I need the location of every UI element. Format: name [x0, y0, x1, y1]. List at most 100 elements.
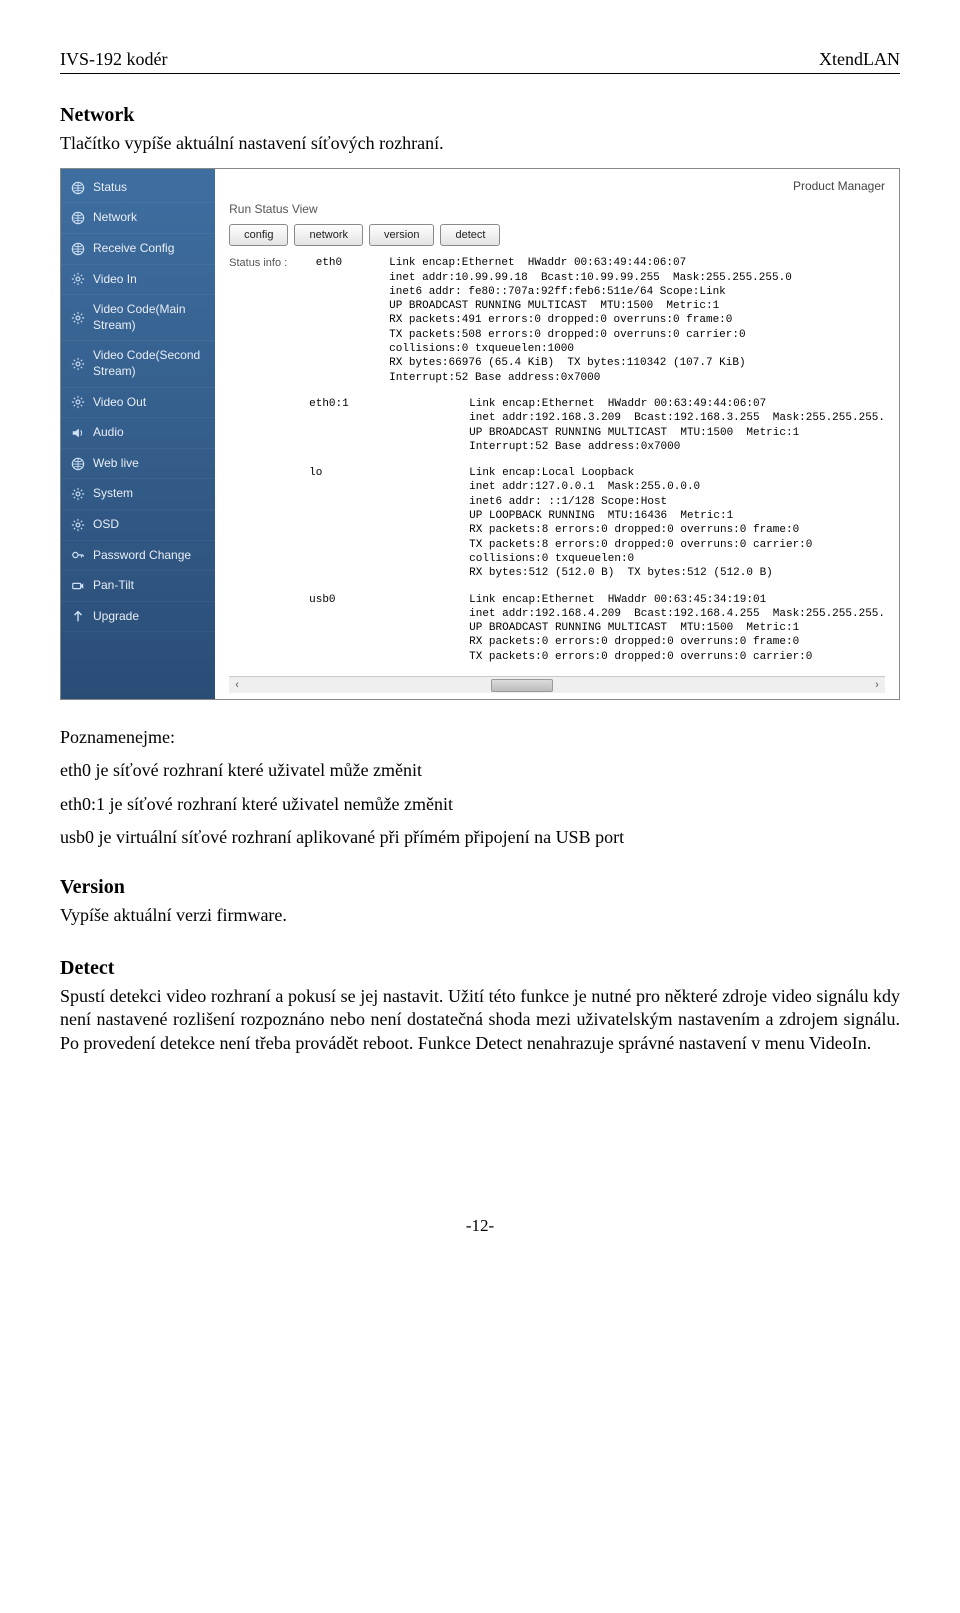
scroll-left-icon[interactable]: ‹: [229, 677, 245, 693]
globe-icon: [71, 211, 85, 225]
section-title-version: Version: [60, 874, 900, 900]
iface-line: Interrupt:52 Base address:0x7000: [389, 371, 885, 385]
sidebar-item-audio[interactable]: Audio: [61, 418, 215, 449]
iface-line: TX packets:8 errors:0 dropped:0 overruns…: [469, 538, 885, 552]
sidebar-item-label: Video Code(Second Stream): [93, 348, 205, 379]
iface-line: RX packets:0 errors:0 dropped:0 overruns…: [469, 635, 885, 649]
product-manager-link[interactable]: Product Manager: [793, 179, 885, 195]
sidebar-item-system[interactable]: System: [61, 479, 215, 510]
page-header: IVS-192 kodér XtendLAN: [60, 48, 900, 74]
main-panel: Product Manager Run Status View config n…: [215, 169, 899, 699]
iface-line: collisions:0 txqueuelen:0: [469, 552, 885, 566]
section-title-network: Network: [60, 102, 900, 128]
camera-icon: [71, 579, 85, 593]
iface-line: UP BROADCAST RUNNING MULTICAST MTU:1500 …: [469, 621, 885, 635]
iface-name: usb0: [229, 593, 469, 664]
sidebar-item-label: OSD: [93, 517, 119, 533]
sidebar-item-label: Pan-Tilt: [93, 578, 134, 594]
run-status-view-title: Run Status View: [229, 202, 885, 218]
sidebar-item-receive-config[interactable]: Receive Config: [61, 234, 215, 265]
sidebar-item-web-live[interactable]: Web live: [61, 449, 215, 480]
tab-detect[interactable]: detect: [440, 224, 500, 246]
scroll-thumb[interactable]: [491, 679, 553, 692]
sidebar-item-label: Video Out: [93, 395, 146, 411]
gear-icon: [71, 518, 85, 532]
sidebar-item-label: Status: [93, 180, 127, 196]
app-screenshot: StatusNetworkReceive ConfigVideo InVideo…: [60, 168, 900, 700]
gear-icon: [71, 395, 85, 409]
sidebar-item-label: Receive Config: [93, 241, 174, 257]
iface-name: eth0: [309, 256, 342, 385]
gear-icon: [71, 311, 85, 325]
tab-network[interactable]: network: [294, 224, 363, 246]
sidebar-item-password-change[interactable]: Password Change: [61, 541, 215, 572]
sidebar-item-status[interactable]: Status: [61, 173, 215, 204]
note-usb0: usb0 je virtuální síťové rozhraní apliko…: [60, 826, 900, 849]
sidebar-item-upgrade[interactable]: Upgrade: [61, 602, 215, 633]
horizontal-scrollbar[interactable]: ‹ ›: [229, 676, 885, 693]
iface-line: UP BROADCAST RUNNING MULTICAST MTU:1500 …: [469, 426, 885, 440]
gear-icon: [71, 357, 85, 371]
iface-line: inet6 addr: fe80::707a:92ff:feb6:511e/64…: [389, 285, 885, 299]
iface-line: RX packets:491 errors:0 dropped:0 overru…: [389, 313, 885, 327]
sidebar-item-video-code-second-stream-[interactable]: Video Code(Second Stream): [61, 341, 215, 387]
iface-line: UP LOOPBACK RUNNING MTU:16436 Metric:1: [469, 509, 885, 523]
globe-icon: [71, 457, 85, 471]
iface-line: TX packets:508 errors:0 dropped:0 overru…: [389, 328, 885, 342]
gear-icon: [71, 272, 85, 286]
page-number: -12-: [60, 1215, 900, 1237]
iface-line: Link encap:Local Loopback: [469, 466, 885, 480]
iface-body: Link encap:Ethernet HWaddr 00:63:49:44:0…: [389, 256, 885, 385]
iface-block-lo: loLink encap:Local Loopbackinet addr:127…: [229, 466, 885, 580]
key-icon: [71, 548, 85, 562]
sidebar-item-label: Web live: [93, 456, 139, 472]
iface-line: Link encap:Ethernet HWaddr 00:63:49:44:0…: [469, 397, 885, 411]
iface-line: Link encap:Ethernet HWaddr 00:63:49:44:0…: [389, 256, 885, 270]
iface-line: TX packets:0 errors:0 dropped:0 overruns…: [469, 650, 885, 664]
tab-config[interactable]: config: [229, 224, 288, 246]
iface-line: inet addr:192.168.3.209 Bcast:192.168.3.…: [469, 411, 885, 425]
iface-line: RX packets:8 errors:0 dropped:0 overruns…: [469, 523, 885, 537]
header-right: XtendLAN: [819, 48, 900, 71]
iface-line: RX bytes:66976 (65.4 KiB) TX bytes:11034…: [389, 356, 885, 370]
globe-icon: [71, 242, 85, 256]
network-intro: Tlačítko vypíše aktuální nastavení síťov…: [60, 132, 900, 155]
sidebar-item-label: Audio: [93, 425, 124, 441]
sidebar-item-label: Password Change: [93, 548, 191, 564]
iface-line: Link encap:Ethernet HWaddr 00:63:45:34:1…: [469, 593, 885, 607]
arrow-up-icon: [71, 609, 85, 623]
sidebar-item-pan-tilt[interactable]: Pan-Tilt: [61, 571, 215, 602]
globe-icon: [71, 181, 85, 195]
iface-name: eth0:1: [229, 397, 469, 454]
iface-block-usb0: usb0Link encap:Ethernet HWaddr 00:63:45:…: [229, 593, 885, 664]
status-info-label: Status info :: [229, 256, 309, 385]
sidebar-item-video-in[interactable]: Video In: [61, 265, 215, 296]
note-eth0: eth0 je síťové rozhraní které uživatel m…: [60, 759, 900, 782]
sidebar-item-label: Network: [93, 210, 137, 226]
iface-body: Link encap:Ethernet HWaddr 00:63:49:44:0…: [469, 397, 885, 454]
gear-icon: [71, 487, 85, 501]
iface-block-eth01: eth0:1Link encap:Ethernet HWaddr 00:63:4…: [229, 397, 885, 454]
version-body: Vypíše aktuální verzi firmware.: [60, 904, 900, 927]
iface-line: inet6 addr: ::1/128 Scope:Host: [469, 495, 885, 509]
tab-version[interactable]: version: [369, 224, 434, 246]
sidebar: StatusNetworkReceive ConfigVideo InVideo…: [61, 169, 215, 699]
sidebar-item-label: System: [93, 486, 133, 502]
iface-line: Interrupt:52 Base address:0x7000: [469, 440, 885, 454]
sidebar-item-osd[interactable]: OSD: [61, 510, 215, 541]
sidebar-item-video-code-main-stream-[interactable]: Video Code(Main Stream): [61, 295, 215, 341]
sidebar-item-video-out[interactable]: Video Out: [61, 388, 215, 419]
iface-body: Link encap:Ethernet HWaddr 00:63:45:34:1…: [469, 593, 885, 664]
iface-line: collisions:0 txqueuelen:1000: [389, 342, 885, 356]
note-eth01: eth0:1 je síťové rozhraní které uživatel…: [60, 793, 900, 816]
iface-name: lo: [229, 466, 469, 580]
detect-body: Spustí detekci video rozhraní a pokusí s…: [60, 985, 900, 1055]
scroll-right-icon[interactable]: ›: [869, 677, 885, 693]
iface-line: UP BROADCAST RUNNING MULTICAST MTU:1500 …: [389, 299, 885, 313]
speaker-icon: [71, 426, 85, 440]
section-title-detect: Detect: [60, 955, 900, 981]
iface-line: inet addr:10.99.99.18 Bcast:10.99.99.255…: [389, 271, 885, 285]
iface-line: inet addr:192.168.4.209 Bcast:192.168.4.…: [469, 607, 885, 621]
tab-row: config network version detect: [229, 224, 885, 246]
sidebar-item-network[interactable]: Network: [61, 203, 215, 234]
